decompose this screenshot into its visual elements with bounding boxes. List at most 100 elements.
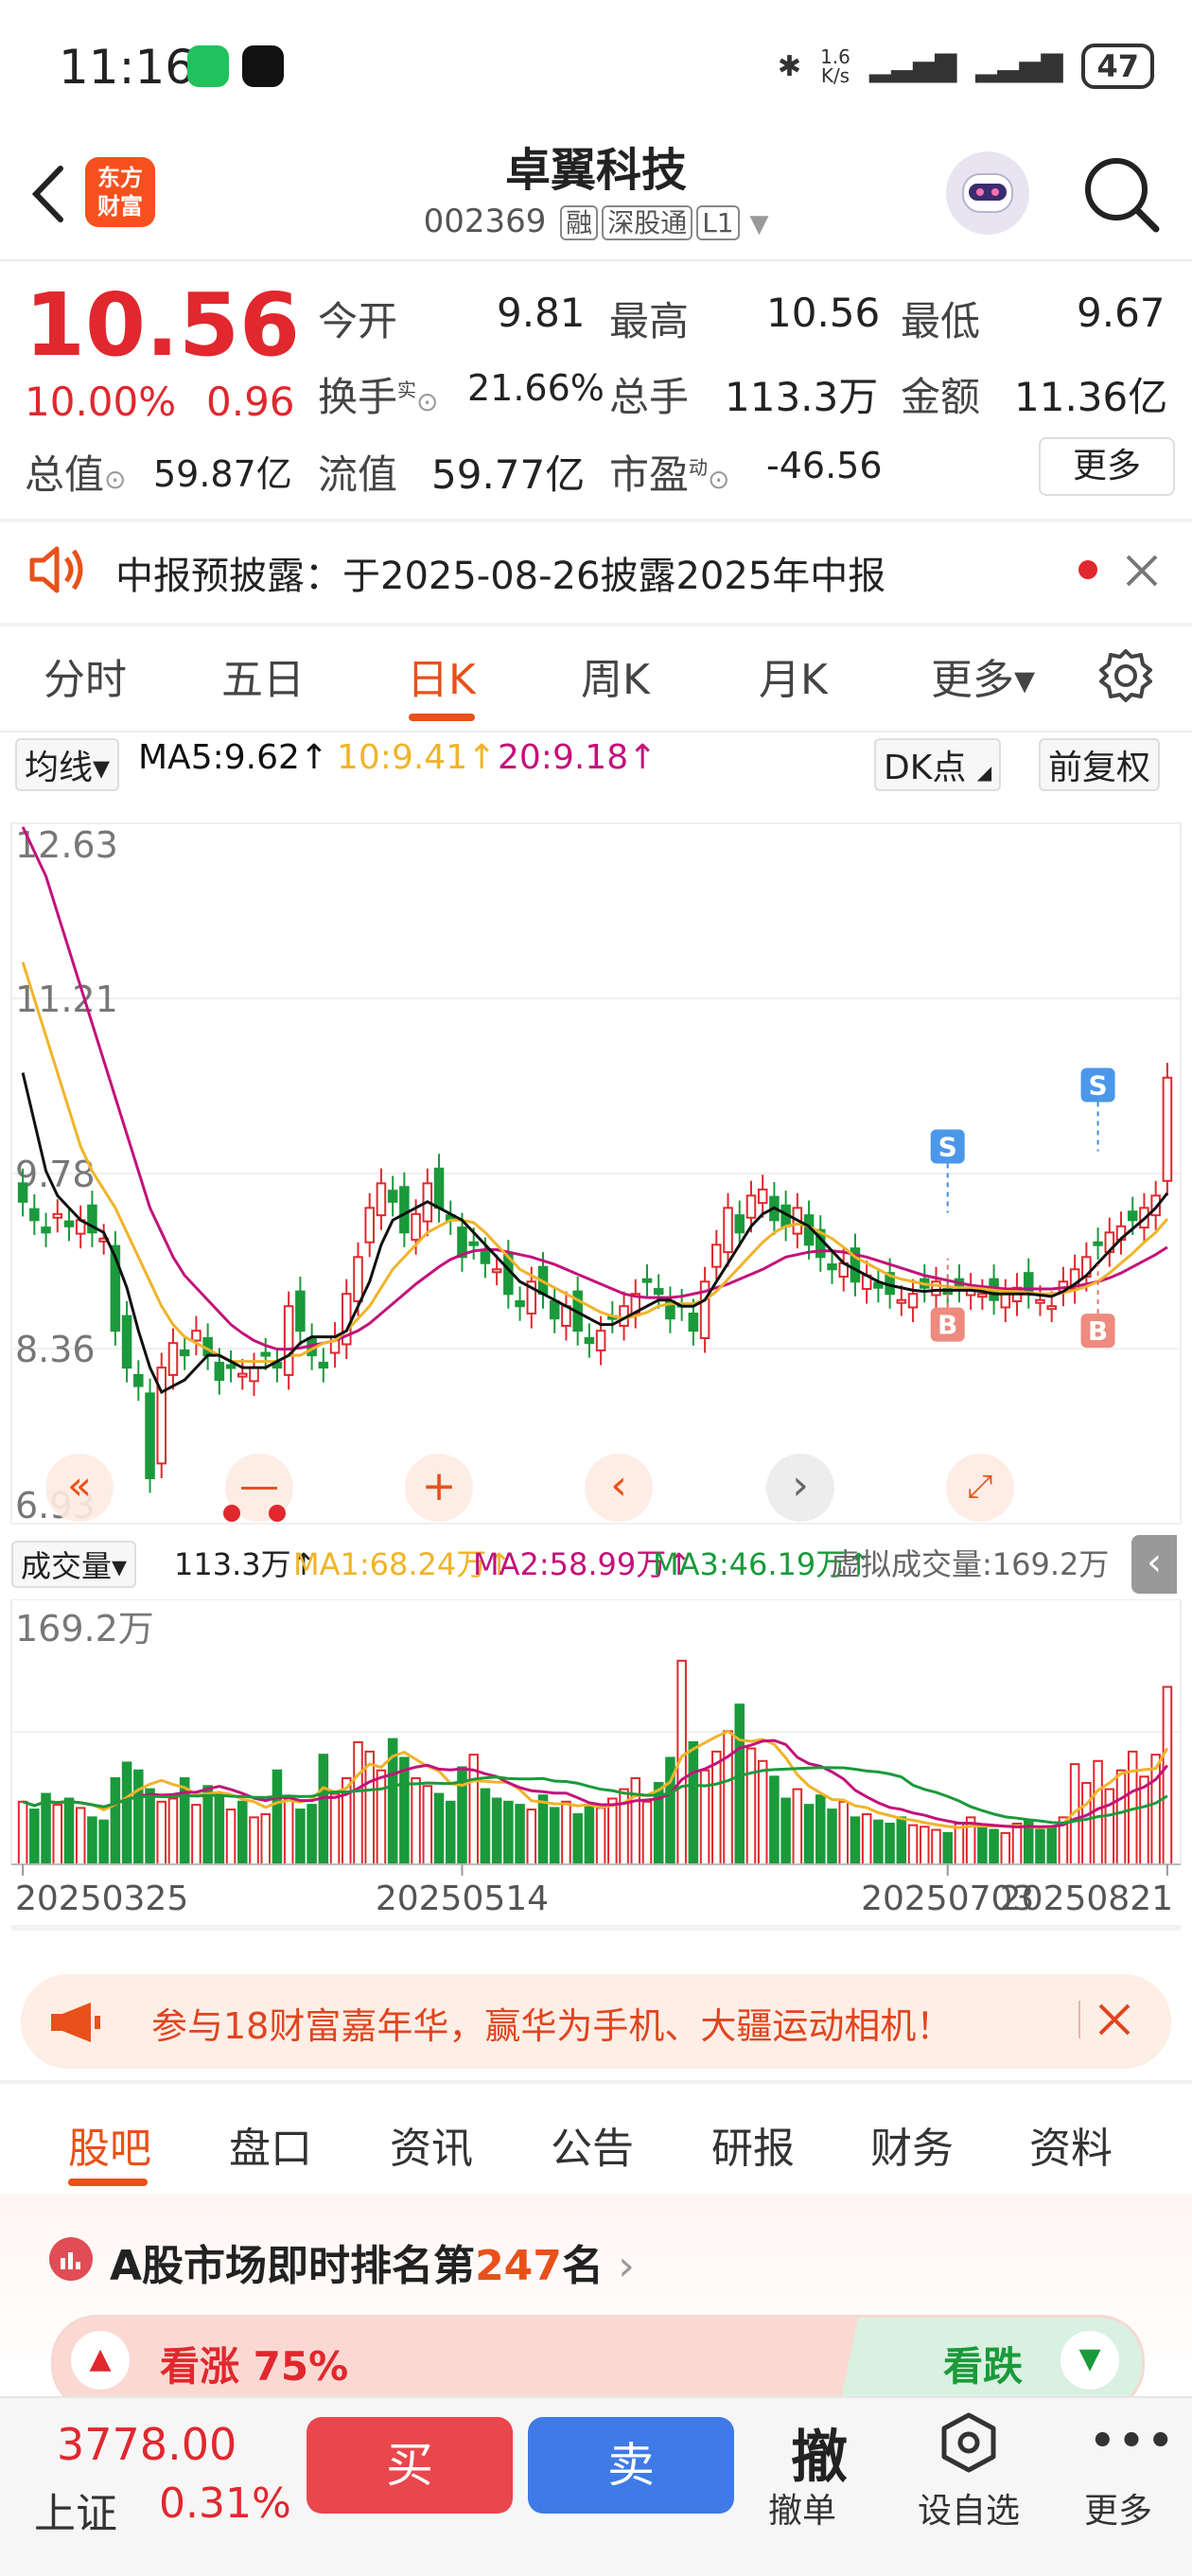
- candle-body: [249, 1367, 259, 1383]
- candle-body: [156, 1367, 167, 1465]
- close-banner-icon[interactable]: [1097, 2003, 1131, 2037]
- volume-bar: [52, 1804, 63, 1866]
- candle-body: [1023, 1272, 1034, 1296]
- x-tick-label: 20250325: [15, 1879, 188, 1918]
- volume-bar: [526, 1808, 537, 1866]
- add-watchlist-label[interactable]: 设自选: [903, 2483, 1035, 2532]
- signal-label: S: [1088, 1070, 1107, 1102]
- collapse-panel-icon[interactable]: ‹: [1131, 1535, 1177, 1594]
- volume-bar: [688, 1740, 699, 1865]
- volume-bar: [1046, 1826, 1057, 1866]
- info-icon: ⊙: [708, 464, 730, 495]
- volume-bar: [295, 1808, 306, 1866]
- more-label[interactable]: 更多: [1052, 2483, 1184, 2532]
- virtual-volume: 虚拟成交量:169.2万: [831, 1546, 1110, 1582]
- robot-assistant-icon[interactable]: [946, 151, 1029, 235]
- divider: [0, 623, 1192, 626]
- volume-chart[interactable]: 169.2万20250325 20250514 2025070320250821: [0, 1599, 1192, 1959]
- chevron-right-icon[interactable]: ›: [766, 1454, 834, 1522]
- volume-bar: [515, 1804, 525, 1866]
- bullish-label[interactable]: 看涨 75%: [160, 2335, 348, 2392]
- promo-text[interactable]: 参与18财富嘉年华，赢华为手机、大疆运动相机！: [151, 1997, 952, 2049]
- candle-body: [549, 1300, 560, 1320]
- notice-text[interactable]: 中报预披露：于2025-08-26披露2025年中报: [115, 545, 885, 600]
- volume-bar: [191, 1804, 202, 1866]
- candle-body: [1035, 1298, 1045, 1304]
- candle-body: [977, 1293, 988, 1298]
- adjust-button[interactable]: 前复权: [1039, 738, 1161, 791]
- tab-profile[interactable]: 资料: [1029, 2114, 1113, 2175]
- tab-intraday[interactable]: 分时: [44, 645, 127, 706]
- chevron-left-icon[interactable]: ‹: [585, 1454, 653, 1522]
- dk-point-button[interactable]: DK点 ◢: [874, 738, 1002, 791]
- volume-bar: [29, 1808, 40, 1866]
- volume-bar: [838, 1800, 850, 1866]
- cancel-order-icon[interactable]: 撤: [791, 2411, 848, 2494]
- tab-orderbook[interactable]: 盘口: [229, 2114, 312, 2175]
- fast-back-icon[interactable]: «: [45, 1454, 114, 1522]
- tab-more[interactable]: 更多▾: [931, 645, 1035, 706]
- volume-bar: [745, 1747, 757, 1865]
- volume-bar: [780, 1797, 791, 1866]
- tab-news[interactable]: 资讯: [390, 2114, 473, 2175]
- volume-bar: [17, 1800, 28, 1866]
- tab-announcements[interactable]: 公告: [551, 2114, 634, 2175]
- search-icon[interactable]: [1078, 151, 1164, 237]
- volume-bar: [1150, 1754, 1161, 1865]
- tab-research[interactable]: 研报: [711, 2114, 795, 2175]
- info-icon: ⊙: [416, 386, 439, 417]
- volume-bar: [283, 1797, 294, 1866]
- tab-monthly-k[interactable]: 月K: [759, 645, 828, 706]
- close-icon[interactable]: [1124, 553, 1160, 589]
- stock-code: 002369: [423, 203, 547, 240]
- more-dots-icon[interactable]: •••: [1088, 2413, 1175, 2470]
- volume-bar: [827, 1808, 837, 1866]
- low-value: 9.67: [1077, 290, 1166, 336]
- dropdown-icon[interactable]: ▼: [749, 210, 768, 238]
- volume-bar: [989, 1828, 999, 1866]
- sell-button[interactable]: 卖: [528, 2417, 734, 2514]
- candle-body: [896, 1298, 907, 1304]
- settings-gear-icon[interactable]: [1097, 647, 1154, 704]
- candle-body: [191, 1330, 202, 1342]
- candle-body: [260, 1351, 272, 1357]
- y-tick-label: 8.36: [15, 1329, 96, 1370]
- volume-bar: [272, 1769, 283, 1865]
- indicator-select[interactable]: 均线▾: [15, 738, 120, 791]
- more-quote-button[interactable]: 更多: [1039, 437, 1175, 496]
- wechat-icon: [187, 45, 229, 87]
- market-rank[interactable]: A股市场即时排名第247名 ›: [110, 2232, 635, 2292]
- volume-bar: [480, 1788, 491, 1866]
- add-watchlist-icon[interactable]: [938, 2411, 999, 2476]
- candlestick-chart[interactable]: 12.6311.219.788.366.93SBSB: [0, 785, 1192, 1543]
- candle-body: [723, 1207, 733, 1254]
- ma5-value: MA5:9.62↑: [138, 738, 329, 777]
- zoom-in-icon[interactable]: +: [405, 1454, 473, 1522]
- megaphone-icon: [51, 2003, 100, 2042]
- signal-icon-2: ▂▃▅▇: [975, 49, 1063, 83]
- tab-daily-k[interactable]: 日K: [407, 645, 476, 706]
- buy-button[interactable]: 买: [307, 2417, 513, 2514]
- candle-body: [595, 1330, 606, 1351]
- candle-body: [734, 1214, 745, 1234]
- divider: [0, 2080, 1192, 2084]
- tab-forum[interactable]: 股吧: [68, 2114, 151, 2175]
- index-name[interactable]: 上证: [34, 2479, 117, 2540]
- volume-bar: [549, 1807, 560, 1866]
- ma5-line: [21, 1072, 1169, 1395]
- bearish-arrow-icon[interactable]: ▼: [1061, 2331, 1119, 2390]
- volume-indicator-select[interactable]: 成交量▾: [11, 1541, 137, 1588]
- tab-weekly-k[interactable]: 周K: [581, 645, 650, 706]
- cancel-order-label[interactable]: 撤单: [736, 2483, 868, 2532]
- bearish-label[interactable]: 看跌: [943, 2335, 1023, 2392]
- tab-five-day[interactable]: 五日: [221, 645, 305, 706]
- bullish-arrow-icon[interactable]: ▲: [71, 2331, 130, 2390]
- candle-body: [318, 1361, 329, 1369]
- index-value[interactable]: 3778.00: [57, 2419, 237, 2470]
- high-label: 最高: [609, 298, 690, 344]
- volume-bar: [584, 1804, 595, 1866]
- index-change[interactable]: 0.31%: [159, 2479, 291, 2528]
- tab-finance[interactable]: 财务: [870, 2114, 954, 2175]
- candle-body: [364, 1207, 375, 1244]
- fullscreen-icon[interactable]: ⤢: [946, 1454, 1014, 1522]
